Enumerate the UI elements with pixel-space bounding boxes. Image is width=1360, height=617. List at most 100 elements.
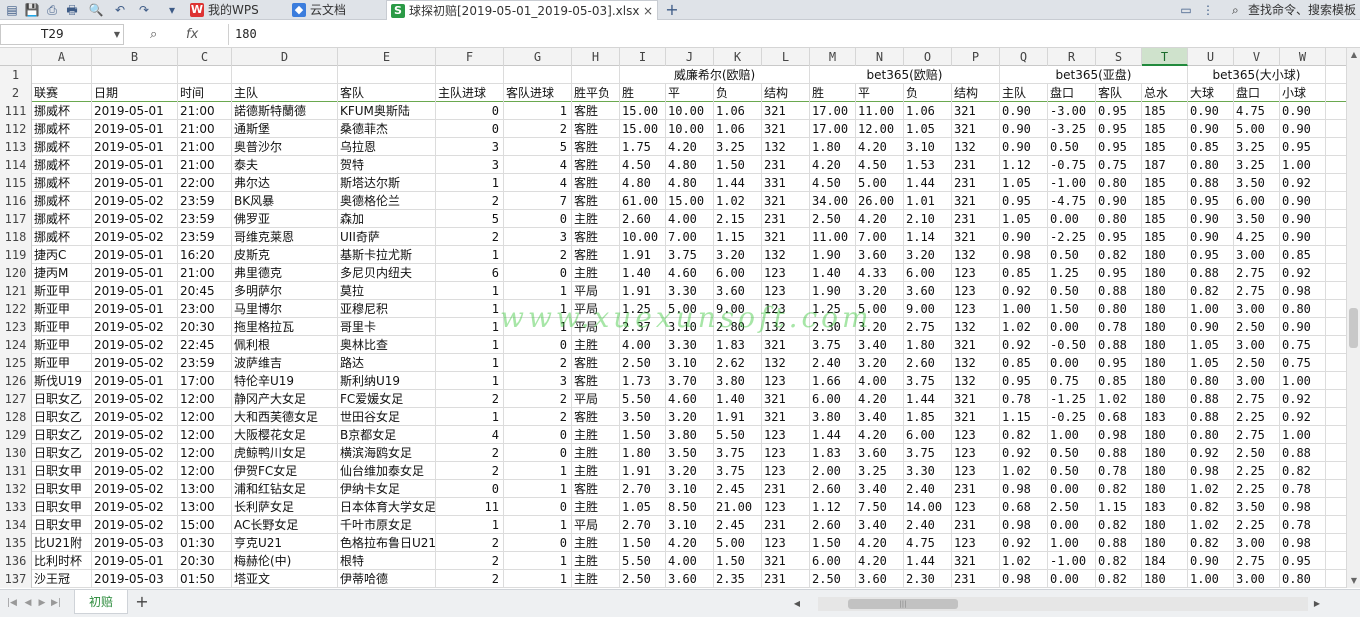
cell[interactable]: 2019-05-02: [92, 318, 178, 336]
cell[interactable]: 0.82: [1096, 570, 1142, 588]
cell[interactable]: 2.70: [620, 516, 666, 534]
cell[interactable]: 4.20: [856, 138, 904, 156]
cell[interactable]: 20:30: [178, 318, 232, 336]
cell[interactable]: 斯亚甲: [32, 336, 92, 354]
cell[interactable]: 客胜: [572, 354, 620, 372]
cell[interactable]: 7.00: [856, 228, 904, 246]
cell[interactable]: 0.00: [1048, 516, 1096, 534]
cell[interactable]: 4.80: [666, 156, 714, 174]
cell[interactable]: 0.00: [1048, 570, 1096, 588]
cell[interactable]: 0.92: [1280, 174, 1326, 192]
group-title-cell[interactable]: bet365(亚盘): [1000, 66, 1188, 84]
cell[interactable]: 4.80: [666, 174, 714, 192]
cell[interactable]: 20:30: [178, 552, 232, 570]
cell[interactable]: 通斯堡: [232, 120, 338, 138]
cell[interactable]: 2.50: [1234, 354, 1280, 372]
cell[interactable]: 321: [952, 552, 1000, 570]
cell[interactable]: 2: [504, 120, 572, 138]
cell[interactable]: 0.92: [1000, 444, 1048, 462]
cell[interactable]: 3.25: [1234, 138, 1280, 156]
cell[interactable]: 2: [436, 390, 504, 408]
cell[interactable]: 2.62: [714, 354, 762, 372]
cell[interactable]: 180: [1142, 426, 1188, 444]
cell[interactable]: 11.00: [856, 102, 904, 120]
cell[interactable]: 321: [952, 102, 1000, 120]
cell[interactable]: 123: [762, 462, 810, 480]
cell[interactable]: 客胜: [572, 120, 620, 138]
cell[interactable]: 主胜: [572, 336, 620, 354]
cell[interactable]: 231: [952, 174, 1000, 192]
cell[interactable]: 1.06: [714, 102, 762, 120]
cell[interactable]: 1: [504, 552, 572, 570]
first-sheet-icon[interactable]: |◀: [6, 596, 18, 610]
row-header[interactable]: 120: [0, 264, 32, 282]
cell[interactable]: 2.75: [904, 318, 952, 336]
cell[interactable]: 321: [952, 336, 1000, 354]
cell[interactable]: 1.25: [810, 300, 856, 318]
cell[interactable]: 1.40: [714, 390, 762, 408]
cell[interactable]: 4.50: [620, 156, 666, 174]
cell[interactable]: 捷丙C: [32, 246, 92, 264]
cell[interactable]: [572, 66, 620, 84]
cell[interactable]: 斯塔达尔斯: [338, 174, 436, 192]
cell[interactable]: 321: [952, 120, 1000, 138]
column-header-p[interactable]: P: [952, 48, 1000, 66]
cell[interactable]: 2.30: [810, 318, 856, 336]
cell[interactable]: 桑德菲杰: [338, 120, 436, 138]
cell[interactable]: 日职女甲: [32, 498, 92, 516]
cell[interactable]: FC爱媛女足: [338, 390, 436, 408]
cell[interactable]: 0.90: [1188, 210, 1234, 228]
cell[interactable]: UII奇萨: [338, 228, 436, 246]
cell[interactable]: 4: [504, 156, 572, 174]
cell[interactable]: 3.70: [666, 372, 714, 390]
cell[interactable]: 3: [504, 372, 572, 390]
cell[interactable]: 231: [952, 156, 1000, 174]
cell[interactable]: 21:00: [178, 156, 232, 174]
cell[interactable]: 2019-05-01: [92, 300, 178, 318]
cell[interactable]: 1: [436, 354, 504, 372]
cell[interactable]: 180: [1142, 516, 1188, 534]
cell[interactable]: 4.20: [666, 534, 714, 552]
row-header[interactable]: 135: [0, 534, 32, 552]
cell[interactable]: 0.85: [1096, 372, 1142, 390]
export-pdf-icon[interactable]: ⎙: [44, 2, 60, 18]
column-header-a[interactable]: A: [32, 48, 92, 66]
cell[interactable]: 0.50: [1048, 462, 1096, 480]
cell[interactable]: 1.05: [1000, 174, 1048, 192]
cell[interactable]: 3.10: [666, 480, 714, 498]
column-header-f[interactable]: F: [436, 48, 504, 66]
cell[interactable]: 3.00: [1234, 300, 1280, 318]
cell[interactable]: 0: [504, 210, 572, 228]
cell[interactable]: 0.90: [1000, 138, 1048, 156]
cell[interactable]: 0.78: [1096, 318, 1142, 336]
cell[interactable]: 1.05: [620, 498, 666, 516]
tab-cloud-docs[interactable]: ◆ 云文档: [288, 0, 366, 20]
cell[interactable]: 4.00: [620, 336, 666, 354]
cell[interactable]: 0.82: [1188, 534, 1234, 552]
cell[interactable]: 3.60: [856, 444, 904, 462]
header-cell[interactable]: 主队: [1000, 84, 1048, 102]
header-cell[interactable]: 主队进球: [436, 84, 504, 102]
cell[interactable]: 平局: [572, 516, 620, 534]
cell[interactable]: 4: [436, 426, 504, 444]
cell[interactable]: 挪威杯: [32, 210, 92, 228]
cell[interactable]: 23:00: [178, 300, 232, 318]
zoom-icon[interactable]: ⌕: [150, 24, 157, 45]
cell[interactable]: 0.92: [1000, 282, 1048, 300]
group-title-cell[interactable]: bet365(大小球): [1188, 66, 1326, 84]
cell[interactable]: 1.80: [620, 444, 666, 462]
cell[interactable]: 13:00: [178, 480, 232, 498]
row-header[interactable]: 124: [0, 336, 32, 354]
cell[interactable]: 2.35: [714, 570, 762, 588]
cell[interactable]: 0.85: [1000, 264, 1048, 282]
cell[interactable]: 日职女甲: [32, 516, 92, 534]
cell[interactable]: 0: [436, 102, 504, 120]
cell[interactable]: 挪威杯: [32, 228, 92, 246]
scroll-right-icon[interactable]: ▶: [1310, 597, 1324, 611]
row-header[interactable]: 137: [0, 570, 32, 588]
cell[interactable]: 2: [504, 246, 572, 264]
cell[interactable]: 21.00: [714, 498, 762, 516]
cell[interactable]: 1.44: [904, 552, 952, 570]
cell[interactable]: 1.01: [904, 192, 952, 210]
cell[interactable]: 0.82: [1280, 462, 1326, 480]
